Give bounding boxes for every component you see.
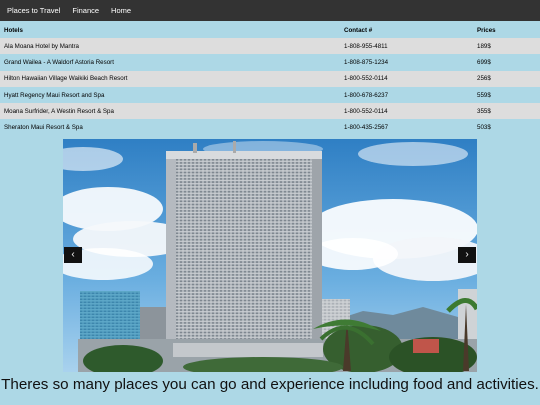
table-row: Ala Moana Hotel by Mantra 1-808-955-4811… [0, 38, 540, 55]
hotel-image-carousel: ‹ › [63, 139, 477, 372]
contact-cell: 1-800-552-0114 [340, 103, 473, 120]
chevron-left-icon: ‹ [71, 249, 75, 260]
table-row: Moana Surfrider, A Westin Resort & Spa 1… [0, 103, 540, 120]
page-caption: Theres so many places you can go and exp… [1, 376, 539, 393]
price-cell: 355$ [473, 103, 540, 120]
price-cell: 189$ [473, 38, 540, 55]
hotel-name-cell: Sheraton Maui Resort & Spa [0, 119, 340, 136]
hotel-name-cell: Hyatt Regency Maui Resort and Spa [0, 86, 340, 104]
table-row: Sheraton Maui Resort & Spa 1-800-435-256… [0, 119, 540, 136]
contact-cell: 1-808-875-1234 [340, 54, 473, 71]
table-row: Hyatt Regency Maui Resort and Spa 1-800-… [0, 86, 540, 104]
nav-link-finance[interactable]: Finance [66, 0, 105, 21]
chevron-right-icon: › [465, 249, 469, 260]
hotels-table: Hotels Contact # Prices Ala Moana Hotel … [0, 22, 540, 136]
carousel-next-button[interactable]: › [458, 247, 476, 263]
contact-cell: 1-808-955-4811 [340, 38, 473, 55]
contact-cell: 1-800-678-6237 [340, 86, 473, 104]
header-prices: Prices [473, 22, 540, 38]
header-hotels: Hotels [0, 22, 340, 38]
header-contact: Contact # [340, 22, 473, 38]
contact-cell: 1-800-552-0114 [340, 70, 473, 87]
nav-link-home[interactable]: Home [105, 0, 137, 21]
nav-link-places-to-travel[interactable]: Places to Travel [1, 0, 66, 21]
price-cell: 256$ [473, 70, 540, 87]
price-cell: 503$ [473, 119, 540, 136]
table-row: Hilton Hawaiian Village Waikiki Beach Re… [0, 70, 540, 87]
hotel-photo [63, 139, 477, 372]
price-cell: 559$ [473, 86, 540, 104]
contact-cell: 1-800-435-2567 [340, 119, 473, 136]
price-cell: 699$ [473, 54, 540, 71]
top-navbar: Places to Travel Finance Home [0, 0, 540, 21]
hotel-name-cell: Hilton Hawaiian Village Waikiki Beach Re… [0, 70, 340, 87]
hotel-name-cell: Moana Surfrider, A Westin Resort & Spa [0, 103, 340, 120]
hotel-name-cell: Grand Wailea - A Waldorf Astoria Resort [0, 54, 340, 71]
table-header-row: Hotels Contact # Prices [0, 22, 540, 38]
carousel-prev-button[interactable]: ‹ [64, 247, 82, 263]
table-row: Grand Wailea - A Waldorf Astoria Resort … [0, 54, 540, 71]
hotel-name-cell: Ala Moana Hotel by Mantra [0, 38, 340, 55]
